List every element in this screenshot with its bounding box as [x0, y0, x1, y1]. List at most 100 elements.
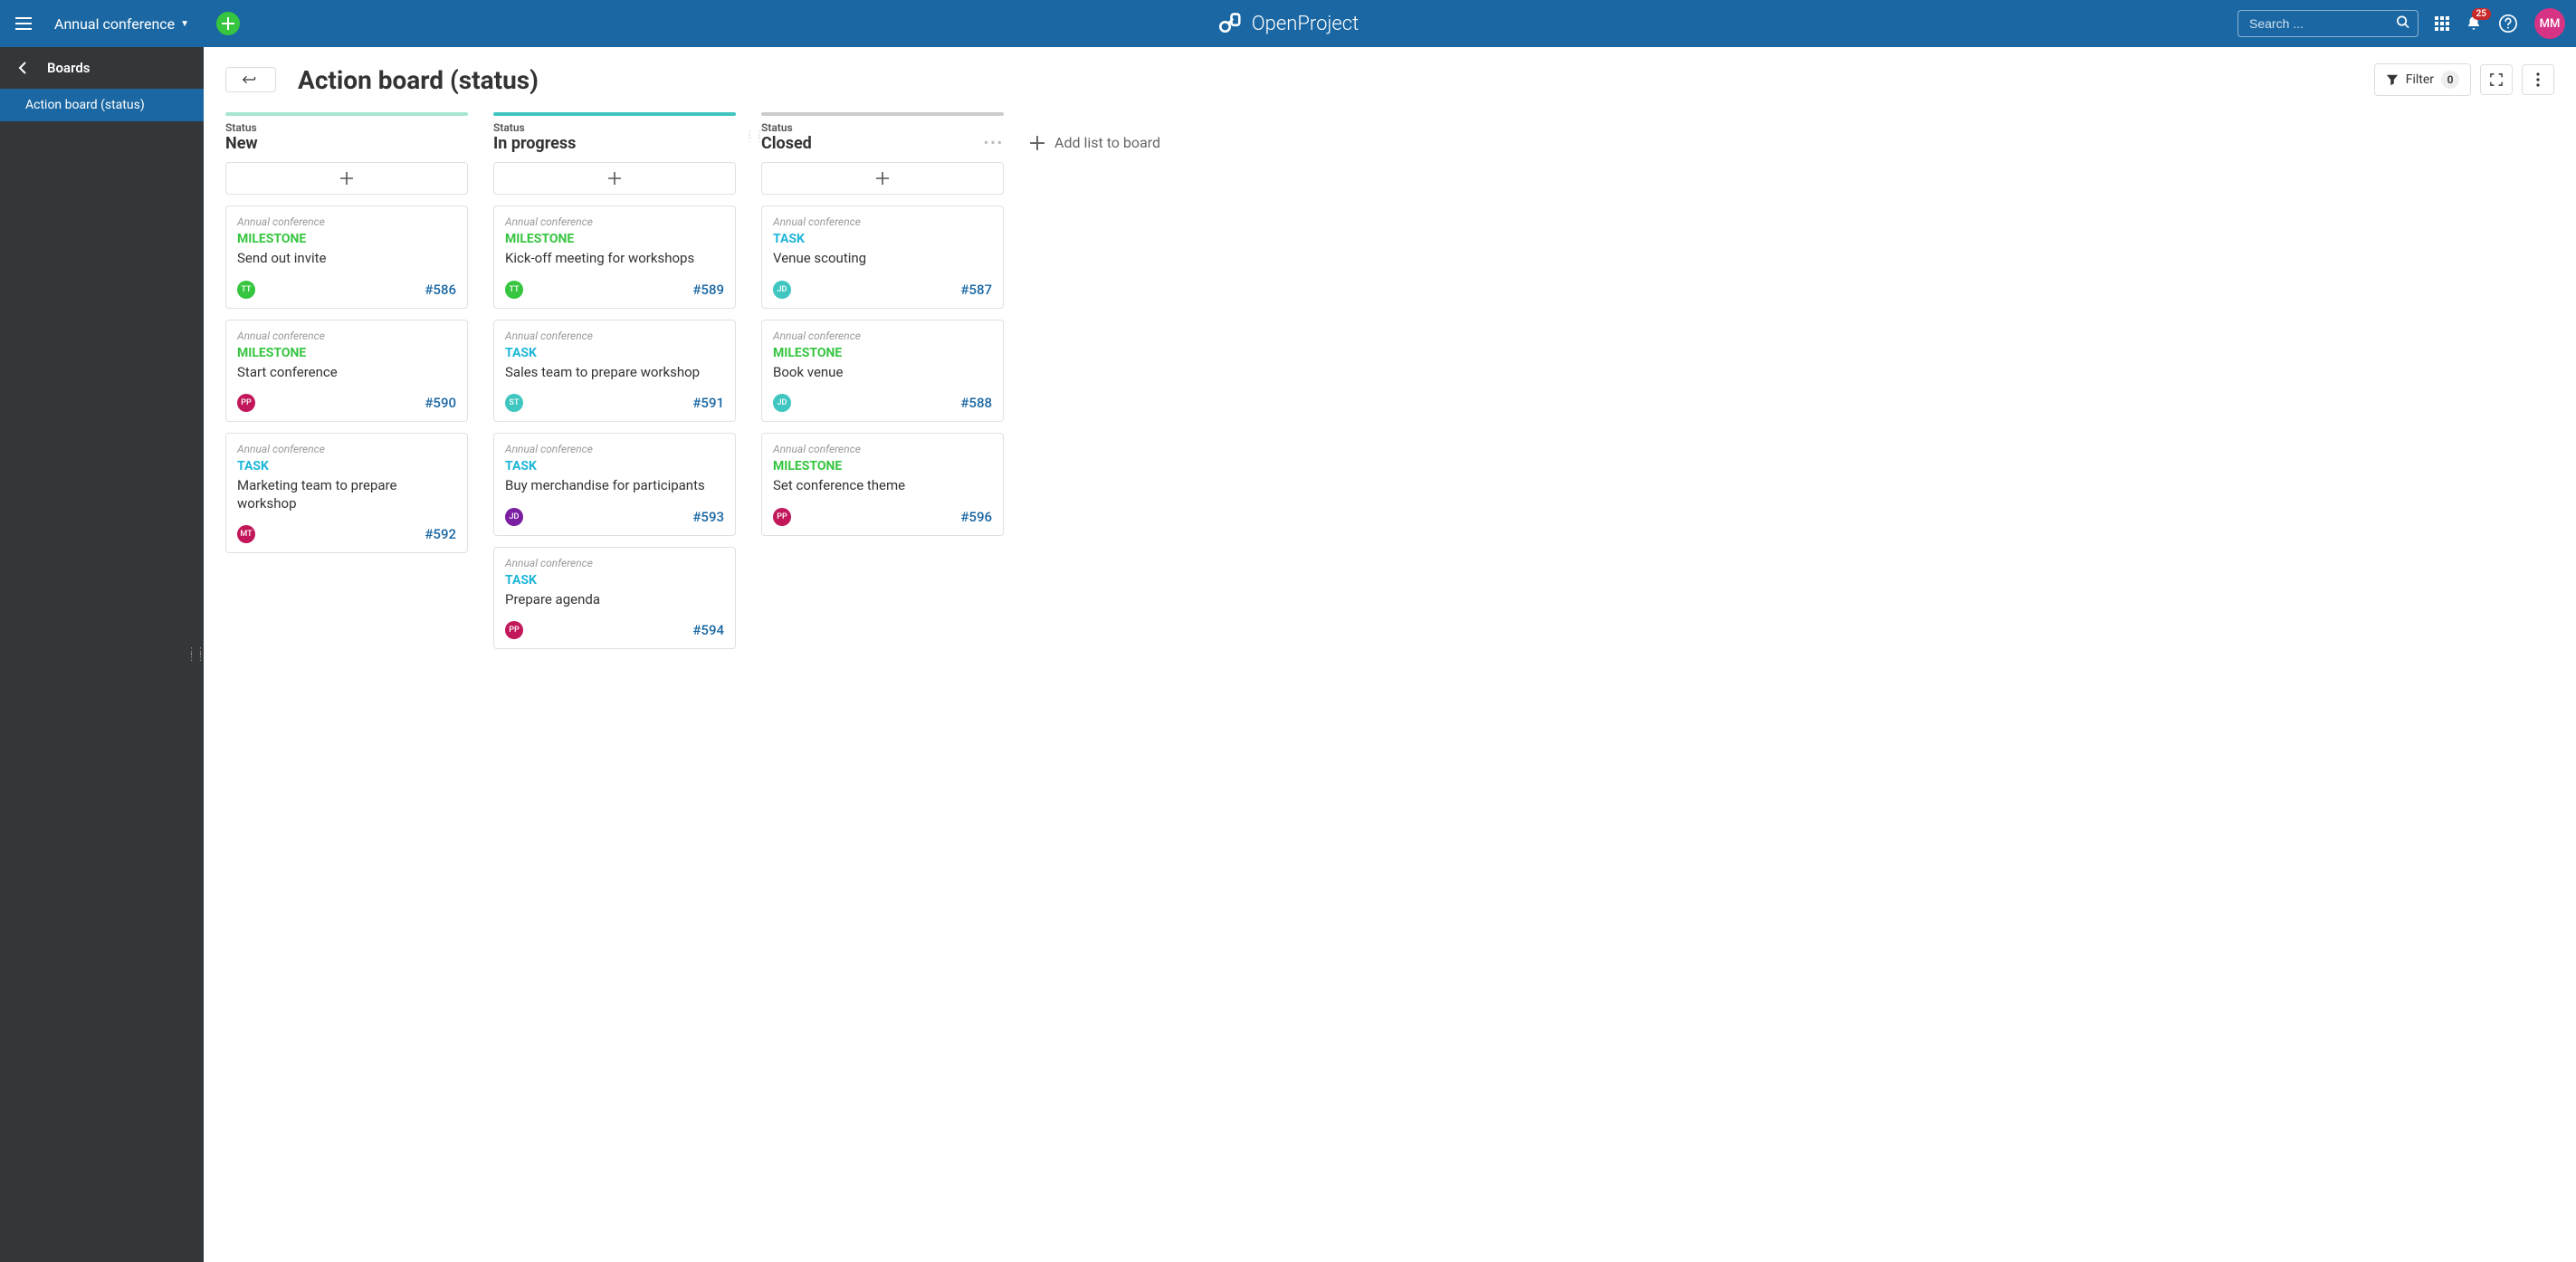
- card-type: TASK: [773, 232, 992, 246]
- brand-logo[interactable]: OpenProject: [1217, 11, 1359, 36]
- card-id[interactable]: #591: [692, 395, 724, 411]
- card-id[interactable]: #594: [692, 622, 724, 638]
- board-more-button[interactable]: [2522, 64, 2554, 95]
- card-title: Kick-off meeting for workshops: [505, 250, 724, 268]
- assignee-avatar[interactable]: TT: [237, 281, 255, 299]
- assignee-avatar[interactable]: JD: [773, 281, 791, 299]
- card-id[interactable]: #587: [960, 282, 992, 298]
- card-id[interactable]: #586: [425, 282, 456, 298]
- add-card-button[interactable]: [761, 162, 1004, 195]
- arrow-left-icon: [16, 61, 31, 75]
- filter-count: 0: [2441, 71, 2459, 89]
- card-project: Annual conference: [505, 215, 724, 228]
- board-card[interactable]: Annual conferenceMILESTONESend out invit…: [225, 206, 468, 309]
- board-card[interactable]: Annual conference MILESTONE Kick-off meeti…: [493, 206, 736, 309]
- user-avatar[interactable]: MM: [2534, 8, 2565, 39]
- brand-text: OpenProject: [1252, 13, 1359, 35]
- assignee-avatar[interactable]: JD: [773, 394, 791, 412]
- plus-icon: [1029, 135, 1045, 151]
- assignee-avatar[interactable]: ST: [505, 394, 523, 412]
- sidebar-back[interactable]: Boards: [0, 47, 204, 89]
- column-status-label: Status: [493, 121, 736, 134]
- add-list-button[interactable]: Add list to board: [1029, 134, 1160, 151]
- card-project: Annual conference: [237, 443, 456, 455]
- column-drag-handle[interactable]: ⋮⋮⋮⋮: [745, 132, 765, 141]
- assignee-avatar[interactable]: TT: [505, 281, 523, 299]
- board-column: ⋮⋮⋮⋮StatusClosed•••Annual conferenceTASK…: [761, 112, 1004, 547]
- card-id[interactable]: #596: [960, 509, 992, 525]
- assignee-avatar[interactable]: JD: [505, 508, 523, 526]
- board-card[interactable]: Annual conference TASK Venue scouting JD #58…: [761, 206, 1004, 309]
- notification-badge: 25: [2472, 8, 2491, 20]
- column-title[interactable]: Closed: [761, 134, 1004, 153]
- card-type: TASK: [505, 459, 724, 473]
- card-id[interactable]: #592: [425, 526, 456, 542]
- board-card[interactable]: Annual conferenceTASKPrepare agendaPP#59…: [493, 547, 736, 650]
- filter-button[interactable]: Filter 0: [2374, 63, 2471, 96]
- card-title: Set conference theme: [773, 477, 992, 495]
- global-create-button[interactable]: [216, 12, 240, 35]
- card-project: Annual conference: [505, 443, 724, 455]
- card-title: Send out invite: [237, 250, 456, 268]
- assignee-avatar[interactable]: MT: [237, 525, 255, 543]
- board-card[interactable]: Annual conference MILESTONE Set conference…: [761, 433, 1004, 536]
- fullscreen-icon: [2490, 73, 2503, 86]
- card-title: Venue scouting: [773, 250, 992, 268]
- card-type: MILESTONE: [237, 232, 456, 246]
- board-column: StatusNewAnnual conferenceMILESTONESend …: [225, 112, 468, 564]
- column-color-bar: [761, 112, 1004, 116]
- board-card[interactable]: Annual conference MILESTONE Start conferen…: [225, 320, 468, 423]
- sidebar-collapse-handle[interactable]: ⋮⋮⋮⋮: [186, 649, 205, 660]
- sidebar: Boards Action board (status) ⋮⋮⋮⋮: [0, 47, 204, 1262]
- assignee-avatar[interactable]: PP: [773, 508, 791, 526]
- card-id[interactable]: #593: [692, 509, 724, 525]
- page-title: Action board (status): [298, 65, 539, 95]
- card-type: MILESTONE: [237, 346, 456, 360]
- assignee-avatar[interactable]: PP: [505, 621, 523, 639]
- card-title: Buy merchandise for participants: [505, 477, 724, 495]
- card-type: TASK: [505, 346, 724, 360]
- main-menu-toggle[interactable]: [11, 17, 36, 30]
- column-status-label: Status: [761, 121, 1004, 134]
- card-id[interactable]: #590: [425, 395, 456, 411]
- card-project: Annual conference: [505, 557, 724, 569]
- apps-menu[interactable]: [2435, 16, 2449, 31]
- notifications-button[interactable]: 25: [2466, 15, 2482, 32]
- add-card-button[interactable]: [493, 162, 736, 195]
- assignee-avatar[interactable]: PP: [237, 394, 255, 412]
- board-card[interactable]: Annual conference TASK Marketing team to p…: [225, 433, 468, 553]
- card-title: Start conference: [237, 364, 456, 382]
- help-button[interactable]: [2498, 14, 2518, 33]
- card-title: Marketing team to prepare workshop: [237, 477, 456, 512]
- board-column: StatusIn progress Annual conference MILEST…: [493, 112, 736, 660]
- board-card[interactable]: Annual conference TASK Buy merchandise for…: [493, 433, 736, 536]
- board-card[interactable]: Annual conferenceMILESTONEBook venueJD#5…: [761, 320, 1004, 423]
- card-project: Annual conference: [773, 215, 992, 228]
- board-back-button[interactable]: [225, 67, 276, 92]
- board-card[interactable]: Annual conferenceTASKSales team to prepa…: [493, 320, 736, 423]
- sidebar-item-action-board[interactable]: Action board (status): [0, 89, 204, 121]
- card-id[interactable]: #588: [960, 395, 992, 411]
- card-type: MILESTONE: [505, 232, 724, 246]
- card-project: Annual conference: [237, 330, 456, 342]
- card-project: Annual conference: [505, 330, 724, 342]
- openproject-icon: [1217, 11, 1243, 36]
- project-selector[interactable]: Annual conference ▼: [54, 15, 189, 33]
- card-type: TASK: [237, 459, 456, 473]
- global-search[interactable]: [2237, 10, 2419, 37]
- search-input[interactable]: [2237, 10, 2419, 37]
- filter-icon: [2386, 73, 2399, 86]
- card-type: MILESTONE: [773, 459, 992, 473]
- card-id[interactable]: #589: [692, 282, 724, 298]
- search-icon: [2396, 15, 2409, 33]
- add-card-button[interactable]: [225, 162, 468, 195]
- column-status-label: Status: [225, 121, 468, 134]
- user-initials: MM: [2540, 17, 2561, 31]
- caret-down-icon: ▼: [180, 19, 189, 29]
- filter-label: Filter: [2406, 72, 2434, 87]
- card-project: Annual conference: [773, 443, 992, 455]
- fullscreen-button[interactable]: [2480, 64, 2513, 95]
- column-title[interactable]: In progress: [493, 134, 736, 153]
- column-more-button[interactable]: •••: [984, 134, 1004, 151]
- column-title[interactable]: New: [225, 134, 468, 153]
